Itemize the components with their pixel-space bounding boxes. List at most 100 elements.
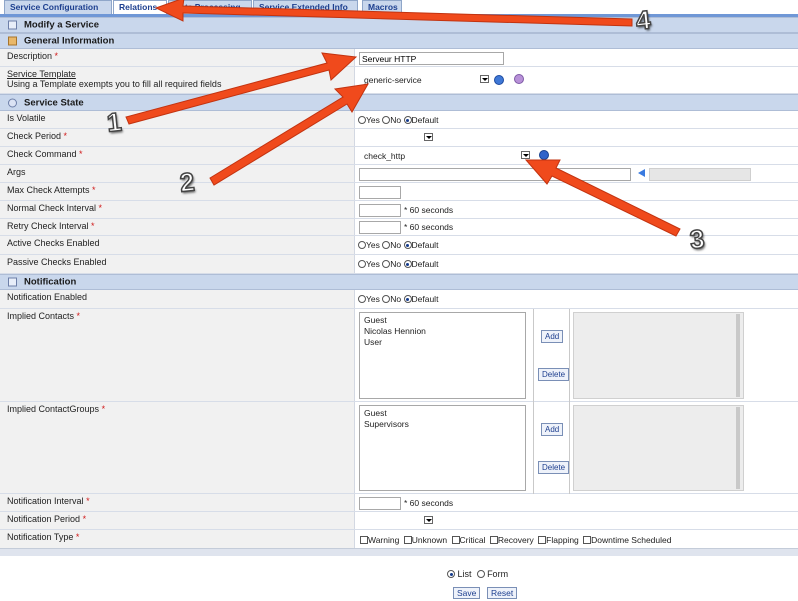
page-title: Modify a Service <box>24 19 99 31</box>
implied-contactgroups-label: Implied ContactGroups <box>7 404 100 414</box>
delete-contact-button[interactable]: Delete <box>538 368 570 381</box>
row-notification-period: Notification Period * <box>0 512 798 530</box>
radio-list[interactable] <box>447 570 455 578</box>
list-item[interactable]: Guest <box>364 315 521 326</box>
row-implied-contacts: Implied Contacts * Guest Nicolas Hennion… <box>0 309 798 402</box>
arrow-left-icon[interactable] <box>638 169 645 177</box>
annotation-number-4: 4 <box>634 4 653 37</box>
seconds-suffix: * 60 seconds <box>404 222 454 232</box>
chevron-down-icon[interactable] <box>521 151 530 159</box>
radio-yes[interactable] <box>358 241 366 249</box>
list-item[interactable]: Nicolas Hennion <box>364 326 521 337</box>
contacts-available-list[interactable]: Guest Nicolas Hennion User <box>359 312 526 399</box>
seconds-suffix: * 60 seconds <box>404 205 454 215</box>
info-link-icon[interactable] <box>494 75 504 85</box>
radio-form[interactable] <box>476 570 485 578</box>
list-item[interactable]: Supervisors <box>364 419 521 430</box>
gear-icon[interactable] <box>514 74 524 84</box>
tab-macros[interactable]: Macros <box>362 0 402 14</box>
add-contact-button[interactable]: Add <box>541 330 564 343</box>
radio-default[interactable] <box>403 295 412 303</box>
passive-checks-label: Passive Checks Enabled <box>7 257 107 267</box>
row-active-checks: Active Checks Enabled Yes No Default <box>0 236 798 255</box>
check-command-select[interactable]: check_http <box>359 150 531 162</box>
section-general-information: General Information <box>0 33 798 49</box>
notification-type-label: Notification Type <box>7 532 74 542</box>
checkbox-recovery[interactable] <box>489 536 498 544</box>
notification-enabled-label: Notification Enabled <box>7 292 88 302</box>
service-template-select[interactable]: generic-service <box>359 74 490 86</box>
active-checks-label: Active Checks Enabled <box>7 238 100 248</box>
implied-contacts-label: Implied Contacts <box>7 311 75 321</box>
args-label: Args <box>7 167 26 177</box>
service-template-link[interactable]: Service Template <box>7 69 354 79</box>
checkbox-critical[interactable] <box>451 536 460 544</box>
radio-default[interactable] <box>403 241 412 249</box>
is-volatile-label: Is Volatile <box>7 113 46 123</box>
tab-data-processing[interactable]: Data Processing <box>168 0 252 14</box>
normal-interval-input[interactable] <box>359 204 401 217</box>
row-passive-checks: Passive Checks Enabled Yes No Default <box>0 255 798 274</box>
tab-service-configuration[interactable]: Service Configuration <box>4 0 112 14</box>
retry-interval-input[interactable] <box>359 221 401 234</box>
check-period-select[interactable] <box>359 132 434 144</box>
radio-yes[interactable] <box>358 116 366 124</box>
radio-yes[interactable] <box>358 295 366 303</box>
radio-yes[interactable] <box>358 260 366 268</box>
section-title: Notification <box>24 276 77 288</box>
add-contactgroup-button[interactable]: Add <box>541 423 564 436</box>
retry-interval-label: Retry Check Interval <box>7 221 89 231</box>
gear-section-icon <box>8 98 17 107</box>
notification-interval-label: Notification Interval <box>7 496 84 506</box>
row-notification-type: Notification Type * Warning Unknown Crit… <box>0 530 798 549</box>
radio-default[interactable] <box>403 260 412 268</box>
contacts-selected-list[interactable] <box>573 312 744 399</box>
description-input[interactable] <box>359 52 504 65</box>
notification-period-select[interactable] <box>359 515 434 527</box>
delete-contactgroup-button[interactable]: Delete <box>538 461 570 474</box>
max-attempts-label: Max Check Attempts <box>7 185 90 195</box>
normal-interval-label: Normal Check Interval <box>7 203 97 213</box>
contactgroups-selected-list[interactable] <box>573 405 744 491</box>
row-retry-check-interval: Retry Check Interval * * 60 seconds <box>0 219 798 236</box>
form-footer: List Form Save Reset <box>0 548 798 601</box>
seconds-suffix: * 60 seconds <box>404 498 454 508</box>
checkbox-flapping[interactable] <box>538 536 547 544</box>
section-notification: Notification <box>0 274 798 290</box>
row-max-check-attempts: Max Check Attempts * <box>0 183 798 201</box>
row-notification-interval: Notification Interval * * 60 seconds <box>0 494 798 512</box>
chevron-down-icon[interactable] <box>424 516 433 524</box>
section-title: Service State <box>24 97 84 108</box>
info-icon[interactable] <box>539 150 549 160</box>
tab-relations[interactable]: Relations <box>113 0 167 14</box>
row-args: Args <box>0 165 798 183</box>
checkbox-downtime-scheduled[interactable] <box>583 536 592 544</box>
chevron-down-icon[interactable] <box>424 133 433 141</box>
notification-interval-input[interactable] <box>359 497 401 510</box>
tab-service-extended-info[interactable]: Service Extended Info <box>253 0 358 14</box>
annotation-number-2: 2 <box>178 166 197 199</box>
annotation-number-3: 3 <box>688 223 707 256</box>
checkbox-unknown[interactable] <box>403 536 412 544</box>
contactgroups-available-list[interactable]: Guest Supervisors <box>359 405 526 491</box>
check-command-label: Check Command <box>7 149 77 159</box>
row-check-command: Check Command * check_http <box>0 147 798 165</box>
notification-period-label: Notification Period <box>7 514 81 524</box>
service-icon <box>8 20 17 30</box>
row-notification-enabled: Notification Enabled Yes No Default <box>0 290 798 309</box>
row-service-template: Service Template Using a Template exempt… <box>0 67 798 94</box>
args-input[interactable] <box>359 168 631 181</box>
annotation-number-1: 1 <box>105 106 124 139</box>
checkbox-warning[interactable] <box>360 536 368 544</box>
chevron-down-icon[interactable] <box>480 75 489 83</box>
reset-button[interactable]: Reset <box>487 587 518 599</box>
row-implied-contactgroups: Implied ContactGroups * Guest Supervisor… <box>0 402 798 494</box>
list-item[interactable]: Guest <box>364 408 521 419</box>
service-template-hint: Using a Template exempts you to fill all… <box>7 79 222 89</box>
save-button[interactable]: Save <box>453 587 481 599</box>
max-attempts-input[interactable] <box>359 186 401 199</box>
radio-default[interactable] <box>403 116 412 124</box>
args-preview-field <box>649 168 751 181</box>
notification-icon <box>8 277 17 287</box>
list-item[interactable]: User <box>364 337 521 348</box>
